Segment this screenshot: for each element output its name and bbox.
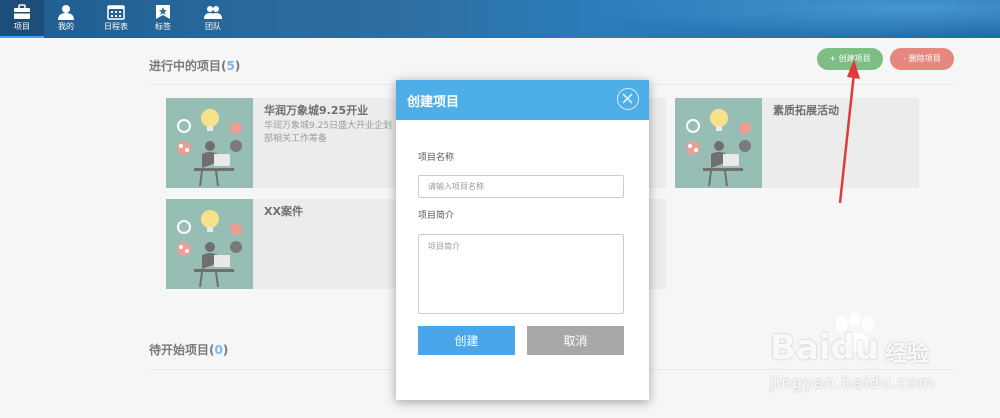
tag-icon [156, 5, 170, 19]
create-button[interactable]: 创建 [418, 326, 515, 355]
nav-label: 标签 [155, 22, 171, 31]
watermark-url: jingyan.baidu.com [770, 373, 935, 392]
nav-label: 项目 [14, 22, 30, 31]
watermark-jingyan: 经验 [885, 342, 930, 367]
cancel-button[interactable]: 取消 [527, 326, 624, 355]
team-icon [204, 6, 222, 19]
watermark-brand: Baidu [770, 328, 880, 368]
dialog-header: 创建项目 [396, 80, 649, 120]
close-button[interactable] [617, 88, 639, 110]
nav-item-team[interactable]: 团队 [191, 0, 235, 38]
user-icon [58, 5, 74, 20]
nav-label: 团队 [205, 22, 221, 31]
red-arrow-annotation [838, 59, 860, 204]
create-project-dialog: 创建项目 项目名称 项目简介 创建 取消 [396, 80, 649, 400]
nav-item-schedule[interactable]: 日程表 [94, 0, 138, 38]
top-navigation: 项目 我的 日程表 标签 团队 [0, 0, 1000, 38]
project-name-label: 项目名称 [418, 153, 455, 163]
briefcase-icon [14, 4, 30, 19]
nav-glow [580, 0, 1000, 38]
nav-label: 日程表 [104, 22, 128, 31]
nav-item-mine[interactable]: 我的 [44, 0, 88, 38]
project-name-input[interactable] [418, 175, 624, 198]
project-intro-textarea[interactable] [418, 234, 624, 314]
calendar-icon [107, 5, 125, 20]
baidu-jingyan-watermark: Baidu 经验 jingyan.baidu.com [760, 312, 1000, 418]
nav-item-tags[interactable]: 标签 [141, 0, 185, 38]
close-icon [622, 93, 633, 104]
project-intro-label: 项目简介 [418, 211, 455, 221]
nav-item-projects[interactable]: 项目 [0, 0, 44, 38]
dialog-title: 创建项目 [407, 95, 460, 110]
nav-label: 我的 [58, 22, 74, 31]
